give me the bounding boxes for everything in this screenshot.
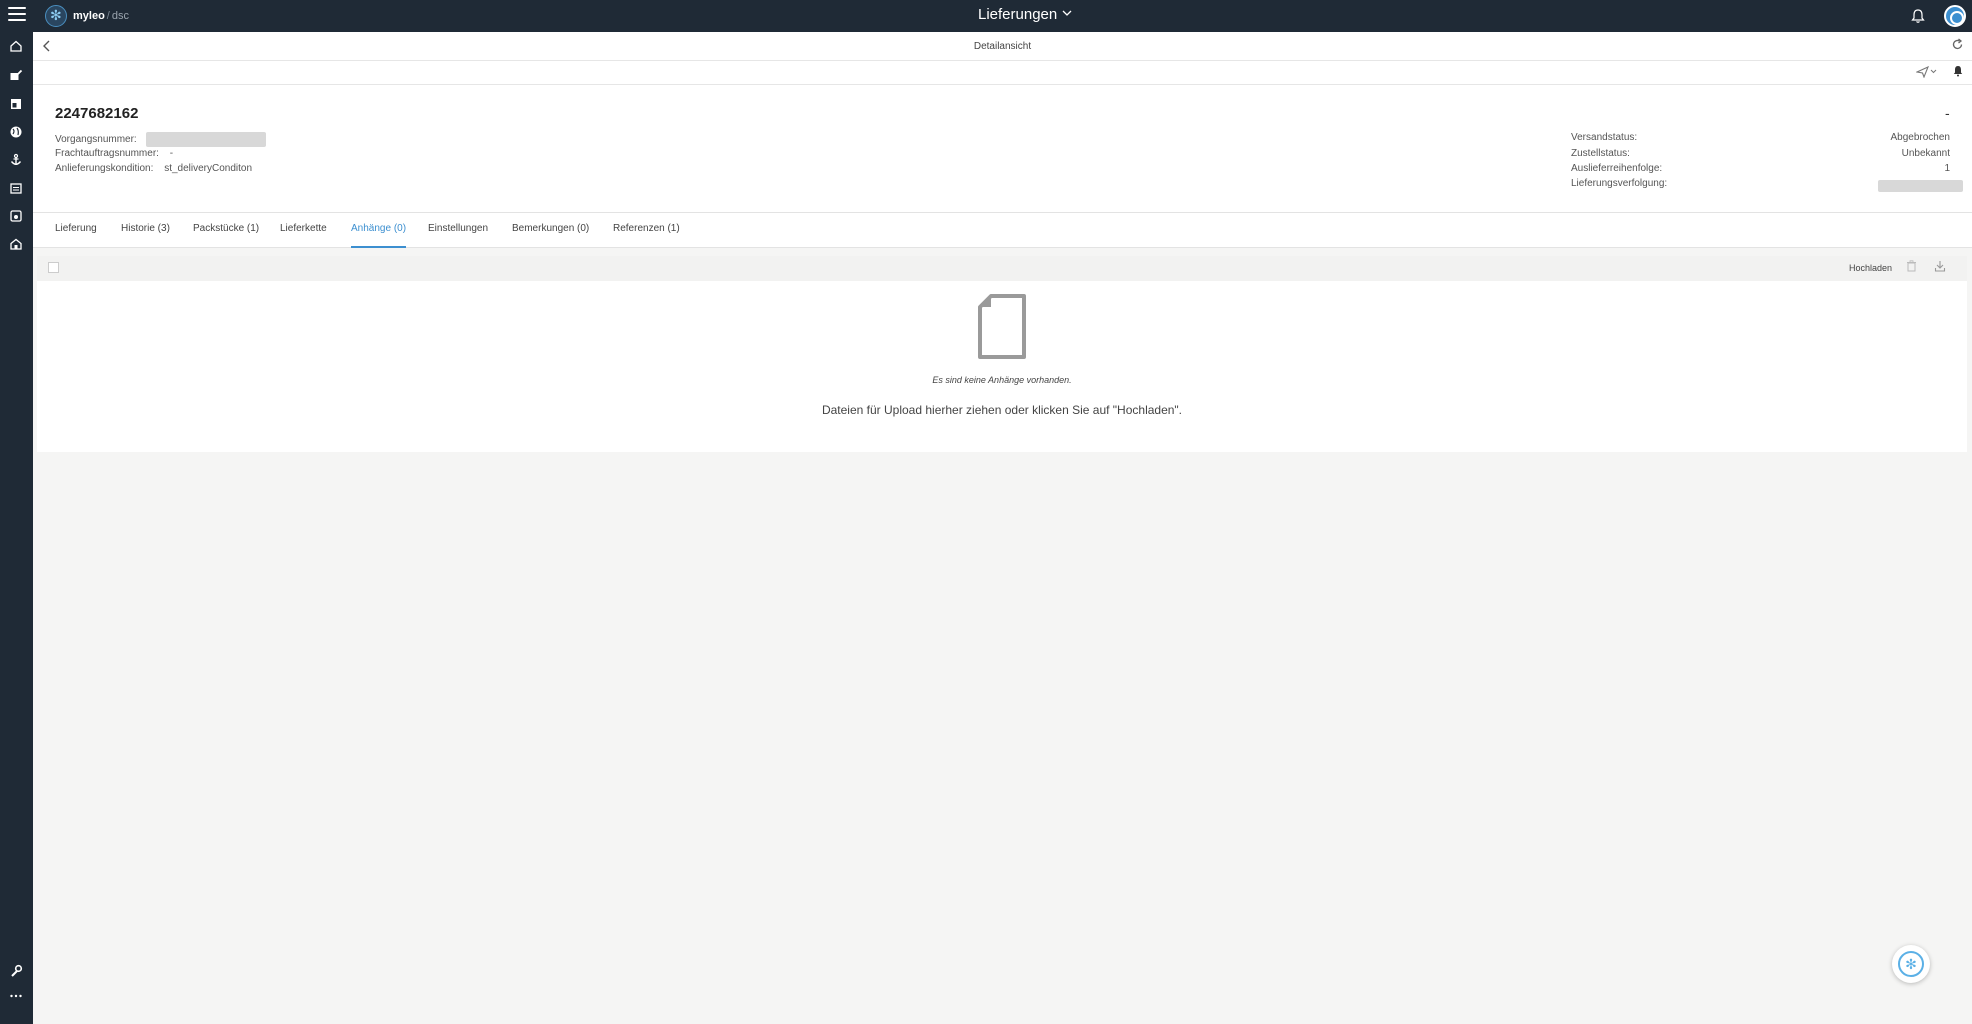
home-icon[interactable]	[8, 39, 24, 55]
delivery-number: 2247682162	[55, 105, 139, 122]
logo-mark-icon	[45, 5, 67, 27]
field-label: Auslieferreihenfolge:	[1571, 163, 1663, 174]
tab-lieferkette[interactable]: Lieferkette	[280, 223, 327, 248]
assistant-fab[interactable]: ✻	[1892, 945, 1930, 983]
tab-bemerkungen[interactable]: Bemerkungen (0)	[512, 223, 589, 248]
app-title: Lieferungen	[978, 6, 1058, 23]
empty-state-hint: Dateien für Upload hierher ziehen oder k…	[821, 403, 1183, 417]
attachments-toolbar: Hochladen	[37, 256, 1967, 281]
delivery-header: 2247682162 - Vorgangsnummer: Frachtauftr…	[33, 85, 1972, 213]
chevron-down-icon	[1062, 8, 1072, 21]
tab-referenzen[interactable]: Referenzen (1)	[613, 223, 680, 248]
send-dropdown-icon[interactable]	[1915, 65, 1940, 81]
upload-dropzone[interactable]: Es sind keine Anhänge vorhanden. Dateien…	[37, 281, 1967, 452]
field-label: Lieferungsverfolgung:	[1571, 178, 1668, 189]
field-value: st_deliveryConditon	[164, 163, 253, 174]
refresh-icon[interactable]	[1951, 38, 1964, 54]
field-anlieferungskondition: Anlieferungskondition: st_deliveryCondit…	[55, 163, 252, 174]
field-label: Anlieferungskondition:	[55, 163, 154, 174]
empty-state-title: Es sind keine Anhänge vorhanden.	[932, 375, 1072, 385]
subscribe-bell-icon[interactable]	[1952, 65, 1964, 80]
empty-file-icon	[977, 294, 1027, 359]
more-icon[interactable]	[8, 989, 24, 1005]
app-logo[interactable]: myleo/dsc	[45, 5, 129, 27]
top-bar: myleo/dsc Lieferungen	[0, 0, 1972, 32]
header-status-value: -	[1945, 105, 1950, 121]
notifications-bell-icon[interactable]	[1910, 8, 1926, 24]
action-toolbar	[33, 61, 1972, 85]
field-frachtauftragsnummer: Frachtauftragsnummer: -	[55, 148, 173, 159]
brand-name: myleo / dsc	[73, 10, 129, 22]
globe-icon[interactable]	[8, 125, 24, 141]
view-title: Detailansicht	[973, 41, 1032, 52]
field-vorgangsnummer: Vorgangsnummer:	[55, 132, 266, 147]
tab-anhaenge[interactable]: Anhänge (0)	[351, 223, 407, 248]
field-label: Vorgangsnummer:	[55, 134, 137, 146]
tab-historie[interactable]: Historie (3)	[121, 223, 170, 248]
warehouse-icon[interactable]	[8, 237, 24, 253]
field-label: Zustellstatus:	[1571, 148, 1630, 159]
tab-einstellungen[interactable]: Einstellungen	[428, 223, 488, 248]
calendar-icon[interactable]	[8, 181, 24, 197]
menu-icon[interactable]	[8, 7, 26, 25]
delivery-status-value: Unbekannt	[1901, 148, 1950, 159]
assistant-logo-icon: ✻	[1898, 951, 1924, 977]
field-value: -	[169, 148, 174, 159]
tab-lieferung[interactable]: Lieferung	[55, 223, 97, 248]
tab-bar: Lieferung Historie (3) Packstücke (1) Li…	[33, 213, 1972, 248]
field-label: Frachtauftragsnummer:	[55, 148, 159, 159]
upload-button[interactable]: Hochladen	[1849, 263, 1892, 273]
delete-icon[interactable]	[1906, 260, 1917, 275]
delivery-sequence-value: 1	[1944, 163, 1950, 174]
user-avatar[interactable]	[1944, 5, 1966, 27]
shipping-status-value: Abgebrochen	[1890, 132, 1951, 143]
tab-packstuecke[interactable]: Packstücke (1)	[193, 223, 259, 248]
dashboard-icon[interactable]	[8, 97, 24, 113]
left-nav	[0, 32, 33, 1024]
wrench-icon[interactable]	[8, 964, 24, 980]
anchor-icon[interactable]	[8, 153, 24, 169]
download-icon[interactable]	[1934, 260, 1946, 275]
redacted-value	[145, 132, 266, 147]
redacted-value	[1878, 180, 1963, 192]
app-switcher[interactable]: Lieferungen	[978, 6, 1072, 23]
field-label: Versandstatus:	[1571, 132, 1638, 143]
sub-header: Detailansicht	[33, 32, 1972, 61]
document-scan-icon[interactable]	[8, 209, 24, 225]
tracking-link-redacted[interactable]	[1878, 180, 1963, 192]
delivery-edit-icon[interactable]	[8, 68, 24, 84]
select-all-checkbox[interactable]	[48, 262, 59, 273]
